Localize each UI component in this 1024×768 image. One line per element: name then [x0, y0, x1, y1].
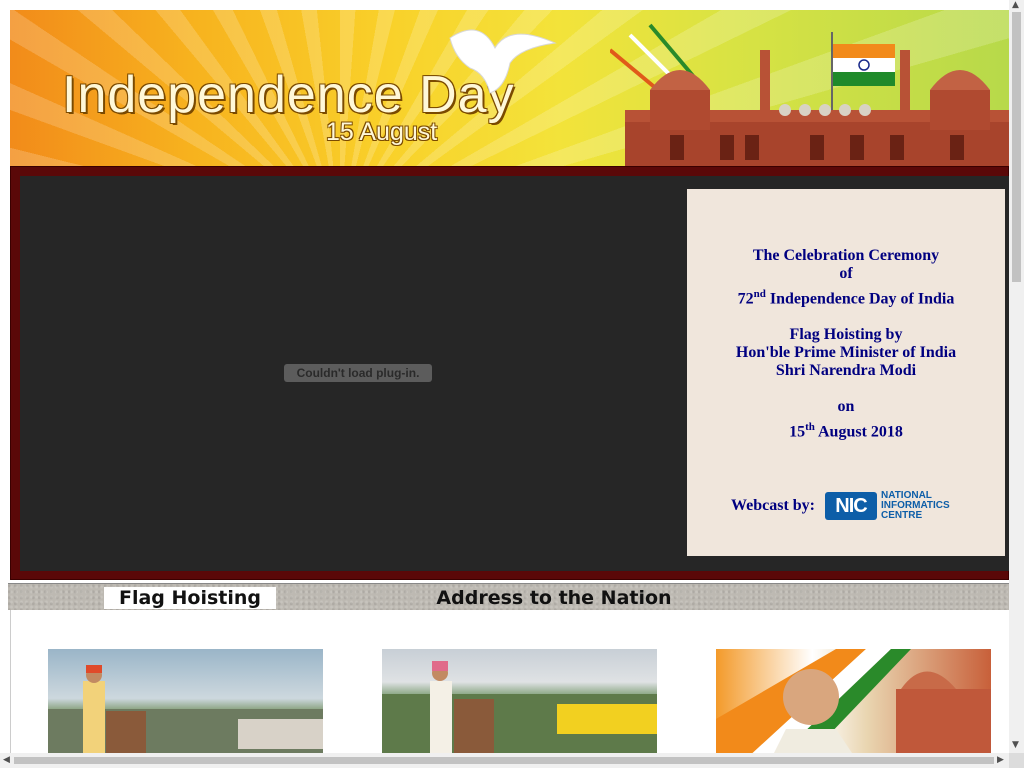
scroll-left-icon[interactable]: ◀	[3, 756, 10, 765]
day-suffix: th	[805, 421, 815, 434]
info-line-5: Hon'ble Prime Minister of India	[735, 344, 957, 362]
banner-date: 15 August	[326, 118, 438, 146]
gallery-photo-3[interactable]	[716, 649, 991, 753]
info-line-3: 72nd Independence Day of India	[687, 285, 1005, 308]
header-banner: Independence Day 15 August	[10, 10, 1009, 166]
webcast-label: Webcast by:	[731, 497, 815, 514]
scroll-up-icon[interactable]: ▲	[1012, 1, 1019, 10]
nic-logo[interactable]: NIC NATIONAL INFORMATICS CENTRE	[825, 491, 950, 521]
gallery-photo-2[interactable]	[382, 649, 657, 753]
info-line-7: on	[837, 398, 855, 416]
horizontal-scrollbar[interactable]: ◀ ▶	[0, 753, 1009, 768]
gallery-photo-1[interactable]	[48, 649, 323, 753]
nic-logo-mark: NIC	[825, 492, 877, 520]
vertical-scrollbar[interactable]: ▲ ▼	[1009, 0, 1024, 753]
webcast-credit: Webcast by: NIC NATIONAL INFORMATICS CEN…	[731, 491, 950, 521]
plugin-error-message: Couldn't load plug-in.	[284, 364, 432, 382]
info-line-6: Shri Narendra Modi	[775, 362, 917, 380]
scroll-right-icon[interactable]: ▶	[997, 756, 1004, 765]
scroll-down-icon[interactable]: ▼	[1012, 741, 1019, 750]
horizontal-scroll-thumb[interactable]	[14, 757, 994, 764]
ordinal-suffix: nd	[753, 288, 766, 300]
nic-logo-text: NATIONAL INFORMATICS CENTRE	[881, 491, 950, 521]
nic-text-line-3: CENTRE	[881, 510, 923, 521]
day-number: 15	[789, 423, 806, 441]
tab-flag-hoisting[interactable]: Flag Hoisting	[104, 587, 276, 609]
info-line-1: The Celebration Ceremony	[752, 247, 940, 264]
info-date: 15th August 2018	[687, 418, 1005, 441]
tab-bar: Flag Hoisting Address to the Nation	[8, 583, 1009, 610]
photo-gallery	[10, 610, 1010, 753]
ordinal-number: 72	[737, 290, 754, 308]
tab-address-to-the-nation[interactable]: Address to the Nation	[428, 587, 680, 609]
info-line-3-rest: Independence Day of India	[765, 290, 955, 308]
info-line-2: of	[839, 265, 853, 282]
info-line-4: Flag Hoisting by	[789, 326, 903, 344]
vertical-scroll-thumb[interactable]	[1012, 12, 1021, 282]
date-rest: August 2018	[814, 423, 903, 441]
scrollbar-corner	[1009, 753, 1024, 768]
dove-icon	[449, 29, 557, 94]
ceremony-info-panel: The Celebration Ceremony of 72nd Indepen…	[687, 189, 1005, 556]
red-fort-illustration	[610, 23, 1009, 166]
